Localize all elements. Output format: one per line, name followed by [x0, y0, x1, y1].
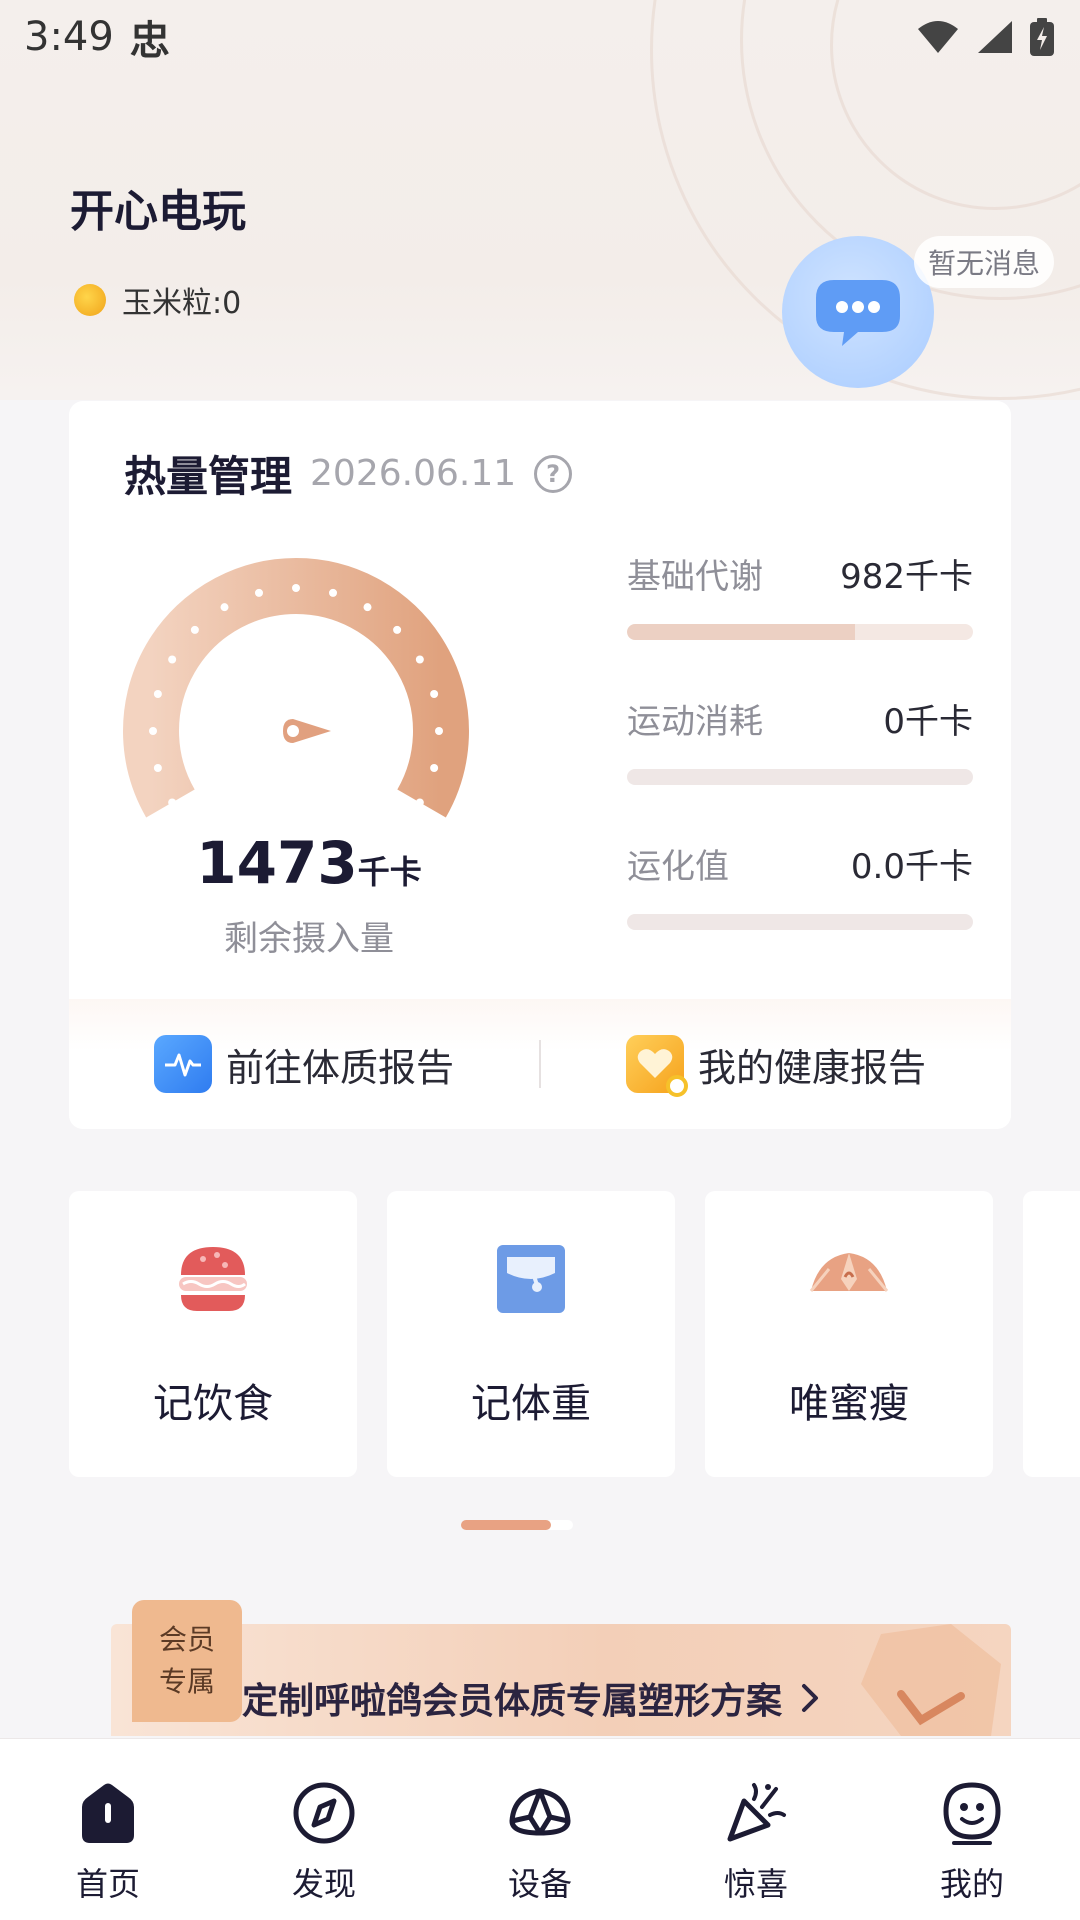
wifi-icon	[918, 21, 958, 53]
pulse-clipboard-icon	[153, 1035, 212, 1093]
tab-label: 我的	[939, 1865, 1004, 1903]
gauge-tick	[430, 764, 439, 773]
metric-value: 0千卡	[883, 702, 973, 742]
calorie-management-card: 热量管理 2026.06.11 ? 1473千卡 剩余摄入量 基础代谢 982千…	[69, 401, 1011, 1129]
metric-label: 基础代谢	[627, 557, 763, 597]
shortcut-record-diet[interactable]: 记饮食	[69, 1191, 357, 1477]
signal-icon	[978, 21, 1012, 53]
shortcut-card-peek[interactable]	[1023, 1191, 1080, 1477]
battery-icon	[1030, 18, 1054, 56]
points-label: 玉米粒:0	[122, 286, 242, 321]
device-icon	[509, 1788, 571, 1836]
hexagon-decor-icon	[861, 1624, 1001, 1736]
metric-exercise: 运动消耗 0千卡	[627, 694, 973, 785]
metric-progress	[627, 914, 973, 930]
message-button[interactable]	[782, 236, 934, 388]
corn-coin-icon	[74, 284, 106, 316]
remaining-calories: 1473千卡	[69, 829, 549, 897]
gauge-tick	[153, 689, 162, 698]
home-icon	[82, 1783, 134, 1843]
status-time: 3:49	[24, 14, 114, 60]
smiley-icon	[943, 1782, 1001, 1845]
metric-basal: 基础代谢 982千卡	[627, 549, 973, 640]
gauge-tick	[190, 625, 199, 634]
metric-progress	[627, 624, 973, 640]
points-display[interactable]: 玉米粒:0	[74, 278, 241, 322]
gauge-tick	[153, 764, 162, 773]
shortcut-record-weight[interactable]: 记体重	[387, 1191, 675, 1477]
bottom-tab-bar: 首页 发现 设备 惊喜 我的	[0, 1738, 1080, 1920]
compass-icon	[293, 1782, 355, 1844]
tab-discover[interactable]: 发现	[224, 1739, 424, 1920]
shortcut-weimishou[interactable]: 唯蜜瘦	[705, 1191, 993, 1477]
heart-search-icon	[625, 1035, 688, 1097]
carousel-indicator	[461, 1520, 573, 1530]
shortcut-label: 记体重	[471, 1381, 591, 1427]
tab-label: 发现	[291, 1865, 356, 1903]
metric-progress	[627, 769, 973, 785]
gauge-tick	[254, 588, 263, 597]
gauge-tick	[168, 798, 177, 807]
member-tag: 会员 专属	[132, 1600, 242, 1722]
metric-value: 0.0千卡	[850, 847, 973, 887]
gauge-tick	[363, 603, 372, 612]
member-banner-label: 定制呼啦鸽会员体质专属塑形方案	[242, 1681, 783, 1722]
gauge-tick	[168, 655, 177, 664]
tab-label: 设备	[507, 1865, 572, 1903]
gauge-tick	[430, 689, 439, 698]
calorie-gauge	[121, 551, 471, 851]
gauge-svg	[123, 558, 469, 818]
health-report-button[interactable]: 我的健康报告	[541, 1035, 1011, 1097]
card-title: 热量管理	[124, 452, 293, 501]
tab-device[interactable]: 设备	[440, 1739, 640, 1920]
metric-label: 运动消耗	[627, 702, 763, 742]
notification-icon: 忠	[129, 18, 170, 64]
report-label: 前往体质报告	[225, 1045, 454, 1090]
scale-icon	[497, 1245, 565, 1313]
member-tag-line: 专属	[158, 1665, 215, 1698]
tab-label: 首页	[75, 1865, 140, 1903]
gauge-tick	[292, 584, 300, 592]
tab-mine[interactable]: 我的	[872, 1739, 1072, 1920]
message-badge: 暂无消息	[914, 236, 1055, 288]
carousel-indicator-active	[461, 1520, 551, 1530]
gauge-arc	[123, 558, 469, 818]
gauge-tick	[415, 655, 424, 664]
constitution-report-button[interactable]: 前往体质报告	[69, 1035, 539, 1093]
user-name: 开心电玩	[70, 186, 246, 237]
report-label: 我的健康报告	[697, 1045, 926, 1090]
party-popper-icon	[727, 1783, 786, 1842]
metric-transform: 运化值 0.0千卡	[627, 839, 973, 930]
tab-label: 惊喜	[723, 1865, 788, 1903]
gauge-tick	[329, 588, 338, 597]
metric-progress-fill	[627, 624, 856, 640]
gauge-tick	[220, 603, 229, 612]
report-bar: 前往体质报告 我的健康报告	[69, 999, 1011, 1129]
gauge-tick	[435, 727, 443, 735]
shell-icon	[809, 1253, 889, 1292]
shortcut-label: 唯蜜瘦	[789, 1381, 909, 1427]
member-banner-text[interactable]: 定制呼啦鸽会员体质专属塑形方案	[242, 1672, 820, 1724]
tab-home[interactable]: 首页	[8, 1739, 208, 1920]
help-icon[interactable]: ?	[534, 454, 573, 493]
gauge-tick	[149, 727, 157, 735]
remaining-label: 剩余摄入量	[224, 919, 394, 959]
metric-value: 982千卡	[840, 557, 973, 597]
remaining-number: 1473	[196, 829, 358, 897]
chat-bubble-icon	[816, 280, 900, 346]
metric-label: 运化值	[627, 847, 729, 887]
gauge-tick	[393, 625, 402, 634]
tab-surprise[interactable]: 惊喜	[656, 1739, 856, 1920]
shortcut-label: 记饮食	[153, 1381, 273, 1427]
gauge-tick	[415, 798, 424, 807]
chevron-right-icon	[802, 1684, 819, 1712]
member-tag-line: 会员	[158, 1623, 215, 1656]
status-bar: 3:49 忠	[0, 0, 1080, 74]
remaining-unit: 千卡	[357, 853, 422, 891]
card-date[interactable]: 2026.06.11	[310, 453, 516, 494]
burger-icon	[179, 1247, 247, 1311]
